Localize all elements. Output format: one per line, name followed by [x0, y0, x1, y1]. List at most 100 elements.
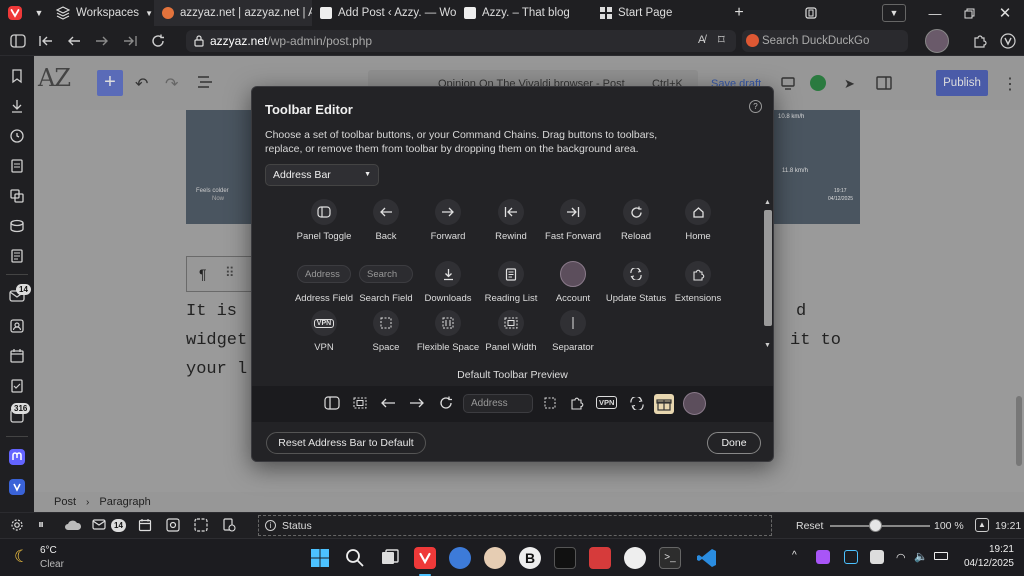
- send-button[interactable]: ➤: [844, 76, 855, 92]
- scroll-down-arrow[interactable]: ▼: [764, 342, 771, 349]
- publish-button[interactable]: Publish: [936, 70, 988, 96]
- toolbar-item-update-status[interactable]: Update Status: [601, 261, 671, 304]
- tab-azzyaz[interactable]: azzyaz.net | azzyaz.net | Az: [154, 0, 312, 26]
- drag-handle-icon[interactable]: ⠿: [225, 265, 235, 281]
- toolbar-item-reading-list[interactable]: Reading List: [476, 261, 546, 304]
- reset-toolbar-button[interactable]: Reset Address Bar to Default: [266, 432, 426, 454]
- translate-panel-icon[interactable]: [9, 188, 25, 204]
- toolbar-item-reload[interactable]: Reload: [601, 199, 671, 242]
- panel-button[interactable]: ⏸: [38, 517, 44, 532]
- toolbar-item-rewind[interactable]: Rewind: [476, 199, 546, 242]
- taskbar-time[interactable]: 19:21: [966, 544, 1014, 555]
- search-field[interactable]: Search DuckDuckGo: [742, 30, 908, 52]
- calendar-status-button[interactable]: [138, 518, 152, 532]
- fast-forward-button[interactable]: [116, 26, 144, 56]
- forward-button[interactable]: [88, 26, 116, 56]
- toolbar-item-fast-forward[interactable]: Fast Forward: [538, 199, 608, 242]
- items-scrollbar-thumb[interactable]: [764, 210, 772, 326]
- page-scrollbar[interactable]: [1016, 396, 1022, 466]
- history-panel-icon[interactable]: [9, 128, 25, 144]
- toolbar-item-account[interactable]: Account: [538, 261, 608, 304]
- toolbar-item-forward[interactable]: Forward: [413, 199, 483, 242]
- body-text-line2-end[interactable]: it to: [790, 331, 841, 350]
- body-text-line1-end[interactable]: d: [796, 302, 806, 321]
- avatar-app-taskbar-icon[interactable]: [484, 547, 506, 569]
- reading-list-panel-icon[interactable]: [9, 248, 25, 264]
- cursor-app-taskbar-icon[interactable]: [624, 547, 646, 569]
- toolbar-select[interactable]: Address Bar ▼: [265, 164, 379, 186]
- redo-button[interactable]: ↷: [165, 74, 178, 94]
- maximize-button[interactable]: [954, 0, 984, 26]
- chevron-down-icon[interactable]: ▼: [30, 0, 48, 26]
- toolbar-item-back[interactable]: Back: [351, 199, 421, 242]
- close-window-button[interactable]: ✕: [990, 0, 1020, 26]
- zoom-slider-track[interactable]: [830, 519, 930, 532]
- body-text-line2-start[interactable]: widget: [186, 331, 247, 350]
- tile-button[interactable]: [194, 518, 208, 532]
- search-taskbar-button[interactable]: [344, 547, 366, 569]
- preview-button[interactable]: [780, 76, 796, 90]
- red-app-taskbar-icon[interactable]: [589, 547, 611, 569]
- toolbar-item-panel-toggle[interactable]: Panel Toggle: [289, 199, 359, 242]
- workspaces-button[interactable]: Workspaces ▼: [48, 0, 154, 26]
- toolbar-item-extensions[interactable]: Extensions: [663, 261, 733, 304]
- add-block-button[interactable]: +: [97, 70, 123, 96]
- zoom-slider-thumb[interactable]: [869, 519, 882, 532]
- scroll-up-arrow[interactable]: ▲: [764, 199, 771, 206]
- weather-desc[interactable]: Clear: [40, 559, 64, 570]
- mastodon-panel-icon[interactable]: [9, 449, 25, 465]
- settings-button[interactable]: [10, 518, 24, 532]
- notion-taskbar-icon[interactable]: [554, 547, 576, 569]
- speaker-icon[interactable]: 🔈: [914, 550, 928, 563]
- settings-sidebar-button[interactable]: [876, 76, 892, 90]
- toolbar-item-vpn[interactable]: VPN VPN: [289, 310, 359, 353]
- bitwarden-taskbar-icon[interactable]: [449, 547, 471, 569]
- new-tab-button[interactable]: +: [724, 0, 754, 26]
- help-button[interactable]: ?: [749, 100, 762, 113]
- vivaldi-panel-button[interactable]: [1000, 33, 1016, 49]
- reload-button[interactable]: [144, 26, 172, 56]
- toolbar-item-downloads[interactable]: Downloads: [413, 261, 483, 304]
- vivaldi-menu-button[interactable]: [0, 0, 30, 26]
- toolbar-item-search-field[interactable]: Search Search Field: [351, 261, 421, 304]
- body-text-line3-start[interactable]: your l: [186, 360, 247, 379]
- account-avatar[interactable]: [925, 29, 949, 53]
- tray-sync-icon[interactable]: [844, 550, 858, 564]
- options-button[interactable]: ⋮: [1002, 74, 1018, 94]
- mail-status-button[interactable]: [92, 519, 106, 530]
- breadcrumb-post[interactable]: Post: [54, 496, 76, 508]
- toolbar-item-flexible-space[interactable]: Flexible Space: [413, 310, 483, 353]
- downloads-panel-icon[interactable]: [9, 98, 25, 114]
- minimize-button[interactable]: —: [920, 0, 950, 26]
- calendar-panel-icon[interactable]: [9, 348, 25, 364]
- tab-list-button[interactable]: ▼: [882, 4, 906, 22]
- clock-button[interactable]: ▲: [975, 518, 989, 532]
- battery-icon[interactable]: [934, 552, 948, 560]
- tray-app-icon[interactable]: [816, 550, 830, 564]
- vscode-taskbar-icon[interactable]: [696, 547, 718, 569]
- window-panel-icon[interactable]: [9, 218, 25, 234]
- page-actions-button[interactable]: [222, 518, 236, 532]
- undo-button[interactable]: ↶: [135, 74, 148, 94]
- vivaldi-social-panel-icon[interactable]: [9, 479, 25, 495]
- document-overview-button[interactable]: [197, 76, 213, 88]
- tab-start-page[interactable]: Start Page: [586, 0, 716, 26]
- site-logo[interactable]: AZ: [38, 64, 71, 92]
- toolbar-item-separator[interactable]: Separator: [538, 310, 608, 353]
- terminal-taskbar-icon[interactable]: >_: [659, 547, 681, 569]
- tasks-panel-icon[interactable]: [9, 378, 25, 394]
- toolbar-item-panel-width[interactable]: Panel Width: [476, 310, 546, 353]
- sync-button[interactable]: [64, 518, 82, 532]
- jetpack-icon[interactable]: [810, 75, 826, 91]
- toolbar-item-home[interactable]: Home: [663, 199, 733, 242]
- rewind-button[interactable]: [32, 26, 60, 56]
- wifi-icon[interactable]: ◠: [896, 551, 906, 564]
- paragraph-icon[interactable]: ¶: [199, 266, 207, 282]
- tab-tiling-button[interactable]: [796, 0, 826, 26]
- panel-toggle-button[interactable]: [4, 26, 32, 56]
- task-view-button[interactable]: [379, 547, 401, 569]
- tray-app2-icon[interactable]: [870, 550, 884, 564]
- zoom-reset-button[interactable]: Reset: [796, 520, 823, 532]
- done-button[interactable]: Done: [707, 432, 761, 454]
- tab-add-post[interactable]: Add Post ‹ Azzy. — WordPr: [312, 0, 456, 26]
